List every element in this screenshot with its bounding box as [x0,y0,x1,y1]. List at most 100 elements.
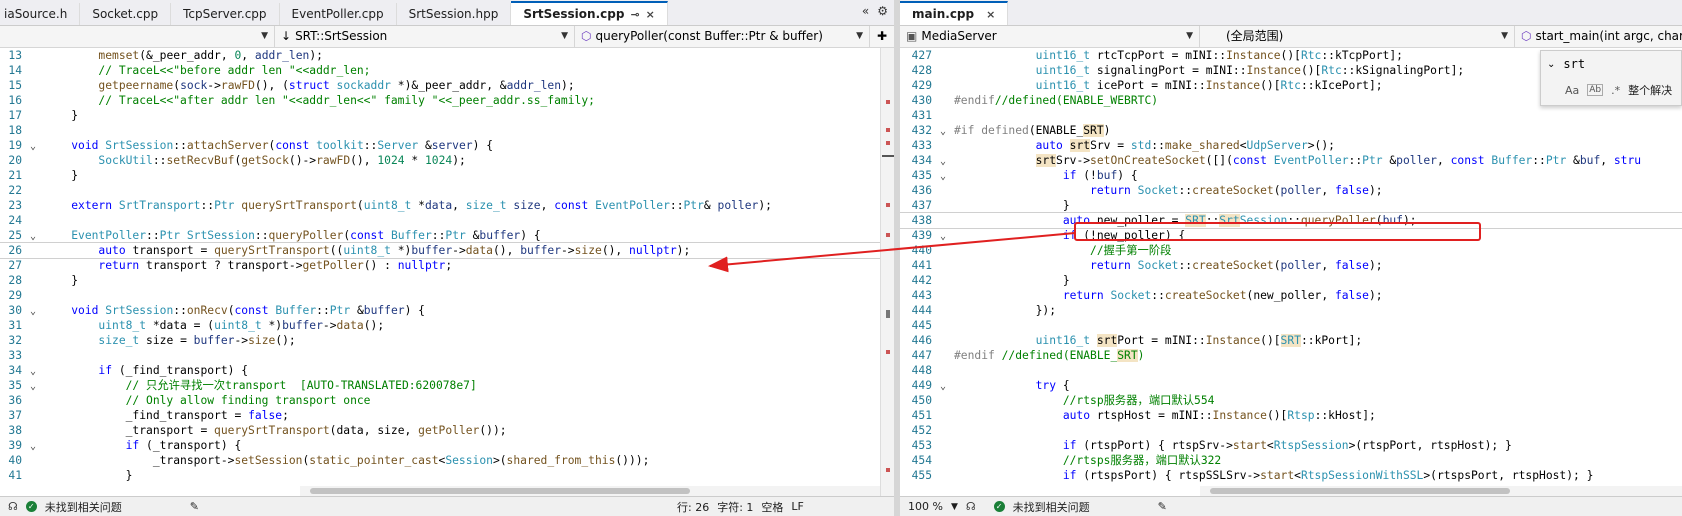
zoom-indicator[interactable]: ☊ [8,500,18,513]
code-line[interactable]: 38 _transport = querySrtTransport(data, … [0,423,880,438]
code-line[interactable]: 452 [900,423,1682,438]
code-line[interactable]: 32 size_t size = buffer->size(); [0,333,880,348]
code-line[interactable]: 34 ⌄ if (_find_transport) { [0,363,880,378]
code-line[interactable]: 440 //握手第一阶段 [900,243,1682,258]
fold-chevron-icon[interactable]: ⌄ [932,154,954,169]
code-line[interactable]: 41 } [0,468,880,483]
fold-chevron-icon[interactable]: ⌄ [22,139,44,154]
code-line[interactable]: 449 ⌄ try { [900,378,1682,393]
code-line[interactable]: 26 auto transport = querySrtTransport((u… [0,242,880,259]
code-line[interactable]: 14 // TraceL<<"before addr len "<<addr_l… [0,63,880,78]
code-line[interactable]: 25 ⌄ EventPoller::Ptr SrtSession::queryPo… [0,228,880,243]
right-nav-project[interactable]: ▣ MediaServer ▼ [900,26,1200,47]
chevron-down-icon[interactable]: ⌄ [1547,59,1555,70]
chevron-down-icon[interactable]: ▼ [951,502,958,512]
code-line[interactable]: 441 return Socket::createSocket(poller, … [900,258,1682,273]
code-line[interactable]: 29 [0,288,880,303]
right-nav-scope[interactable]: (全局范围) ▼ [1200,26,1515,47]
chevrons-left-icon[interactable]: « [862,4,869,18]
code-line[interactable]: 434 ⌄ srtSrv->setOnCreateSocket([](const … [900,153,1682,168]
fold-chevron-icon[interactable]: ⌄ [932,124,954,139]
code-line[interactable]: 454 //rtsps服务器，端口默认322 [900,453,1682,468]
fold-chevron-icon[interactable]: ⌄ [932,379,954,394]
code-line[interactable]: 448 [900,363,1682,378]
code-line[interactable]: 40 _transport->setSession(static_pointer… [0,453,880,468]
code-line[interactable]: 453 if (rtspPort) { rtspSrv->start<RtspS… [900,438,1682,453]
code-line[interactable]: 31 uint8_t *data = (uint8_t *)buffer->da… [0,318,880,333]
code-line[interactable]: 16 // TraceL<<"after addr len "<<addr_le… [0,93,880,108]
code-line[interactable]: 433 auto srtSrv = std::make_shared<UdpSe… [900,138,1682,153]
code-line[interactable]: 28 } [0,273,880,288]
gear-icon[interactable]: ⚙ [877,4,888,18]
code-line[interactable]: 18 [0,123,880,138]
brush-icon[interactable]: ✎ [190,500,199,513]
left-nav-class[interactable]: ↓ SRT::SrtSession ▼ [275,26,575,47]
code-line[interactable]: 446 uint16_t srtPort = mINI::Instance()[… [900,333,1682,348]
code-line[interactable]: 19 ⌄ void SrtSession::attachServer(const … [0,138,880,153]
code-line[interactable]: 35 ⌄ // 只允许寻找一次transport [AUTO-TRANSLATED… [0,378,880,393]
left-tab[interactable]: Socket.cpp [80,3,172,25]
brush-icon[interactable]: ✎ [1158,500,1167,513]
find-input[interactable]: srt [1563,57,1585,71]
code-line[interactable]: 447 #endif //defined(ENABLE_SRT) [900,348,1682,363]
code-line[interactable]: 37 _find_transport = false; [0,408,880,423]
code-line[interactable]: 13 memset(&_peer_addr, 0, addr_len); [0,48,880,63]
code-line[interactable]: 30 ⌄ void SrtSession::onRecv(const Buffer… [0,303,880,318]
cursor-line[interactable]: 行: 26 [677,499,709,515]
right-tab[interactable]: main.cpp × [900,1,1009,25]
split-add-button[interactable]: ✚ [870,26,894,47]
left-code-editor[interactable]: 13 memset(&_peer_addr, 0, addr_len); 14 /… [0,48,880,486]
code-line[interactable]: 445 [900,318,1682,333]
code-line[interactable]: 23 extern SrtTransport::Ptr querySrtTran… [0,198,880,213]
left-tab[interactable]: EventPoller.cpp [280,3,397,25]
fold-chevron-icon[interactable]: ⌄ [932,229,954,244]
code-line[interactable]: 15 getpeername(sock->rawFD(), (struct so… [0,78,880,93]
regex-toggle[interactable]: .* [1611,84,1620,97]
code-line[interactable]: 431 [900,108,1682,123]
fold-chevron-icon[interactable]: ⌄ [22,439,44,454]
right-zoom-level[interactable]: 100 % [908,500,943,513]
code-line[interactable]: 24 [0,213,880,228]
right-code-editor[interactable]: 427 uint16_t rtcTcpPort = mINI::Instance… [900,48,1682,486]
line-ending[interactable]: LF [791,500,803,513]
left-tab[interactable]: TcpServer.cpp [171,3,280,25]
code-line[interactable]: 20 SockUtil::setRecvBuf(getSock()->rawFD… [0,153,880,168]
code-line[interactable]: 36 // Only allow finding transport once [0,393,880,408]
left-nav-scope[interactable]: ▼ [0,26,275,47]
whitespace-mode[interactable]: 空格 [761,499,783,515]
code-line[interactable]: 39 ⌄ if (_transport) { [0,438,880,453]
code-line[interactable]: 27 return transport ? transport->getPoll… [0,258,880,273]
code-line[interactable]: 442 } [900,273,1682,288]
code-line[interactable]: 450 //rtsp服务器，端口默认554 [900,393,1682,408]
pin-icon[interactable]: ⊸ [630,4,639,25]
sync-icon[interactable]: ☊ [966,500,976,513]
right-nav-method[interactable]: ⬡ start_main(int argc, char * [1515,26,1682,47]
left-tab[interactable]: SrtSession.cpp ⊸ × [511,1,668,25]
left-vertical-scrollbar[interactable] [880,48,894,496]
code-line[interactable]: 451 auto rtspHost = mINI::Instance()[Rts… [900,408,1682,423]
right-issues-text[interactable]: 未找到相关问题 [1013,499,1090,515]
code-line[interactable]: 455 if (rtspsPort) { rtspSSLSrv->start<R… [900,468,1682,483]
code-line[interactable]: 33 [0,348,880,363]
right-horizontal-scrollbar[interactable] [1200,486,1682,496]
left-horizontal-scrollbar[interactable] [300,486,880,496]
code-line[interactable]: 432 ⌄ #if defined(ENABLE_SRT) [900,123,1682,138]
match-case-toggle[interactable]: Aa [1565,84,1579,97]
fold-chevron-icon[interactable]: ⌄ [22,304,44,319]
code-line[interactable]: 435 ⌄ if (!buf) { [900,168,1682,183]
code-line[interactable]: 21 } [0,168,880,183]
code-line[interactable]: 22 [0,183,880,198]
code-line[interactable]: 443 return Socket::createSocket(new_poll… [900,288,1682,303]
fold-chevron-icon[interactable]: ⌄ [932,169,954,184]
cursor-char[interactable]: 字符: 1 [717,499,753,515]
left-nav-method[interactable]: ⬡ queryPoller(const Buffer::Ptr & buffer)… [575,26,870,47]
code-line[interactable]: 444 }); [900,303,1682,318]
left-tab[interactable]: SrtSession.hpp [397,3,512,25]
close-icon[interactable]: × [646,4,655,25]
match-word-toggle[interactable]: Ab [1587,84,1604,96]
left-tab[interactable]: iaSource.h [0,3,81,25]
fold-chevron-icon[interactable]: ⌄ [22,364,44,379]
close-icon[interactable]: × [986,4,995,25]
fold-chevron-icon[interactable]: ⌄ [22,229,44,244]
left-issues-text[interactable]: 未找到相关问题 [45,499,122,515]
